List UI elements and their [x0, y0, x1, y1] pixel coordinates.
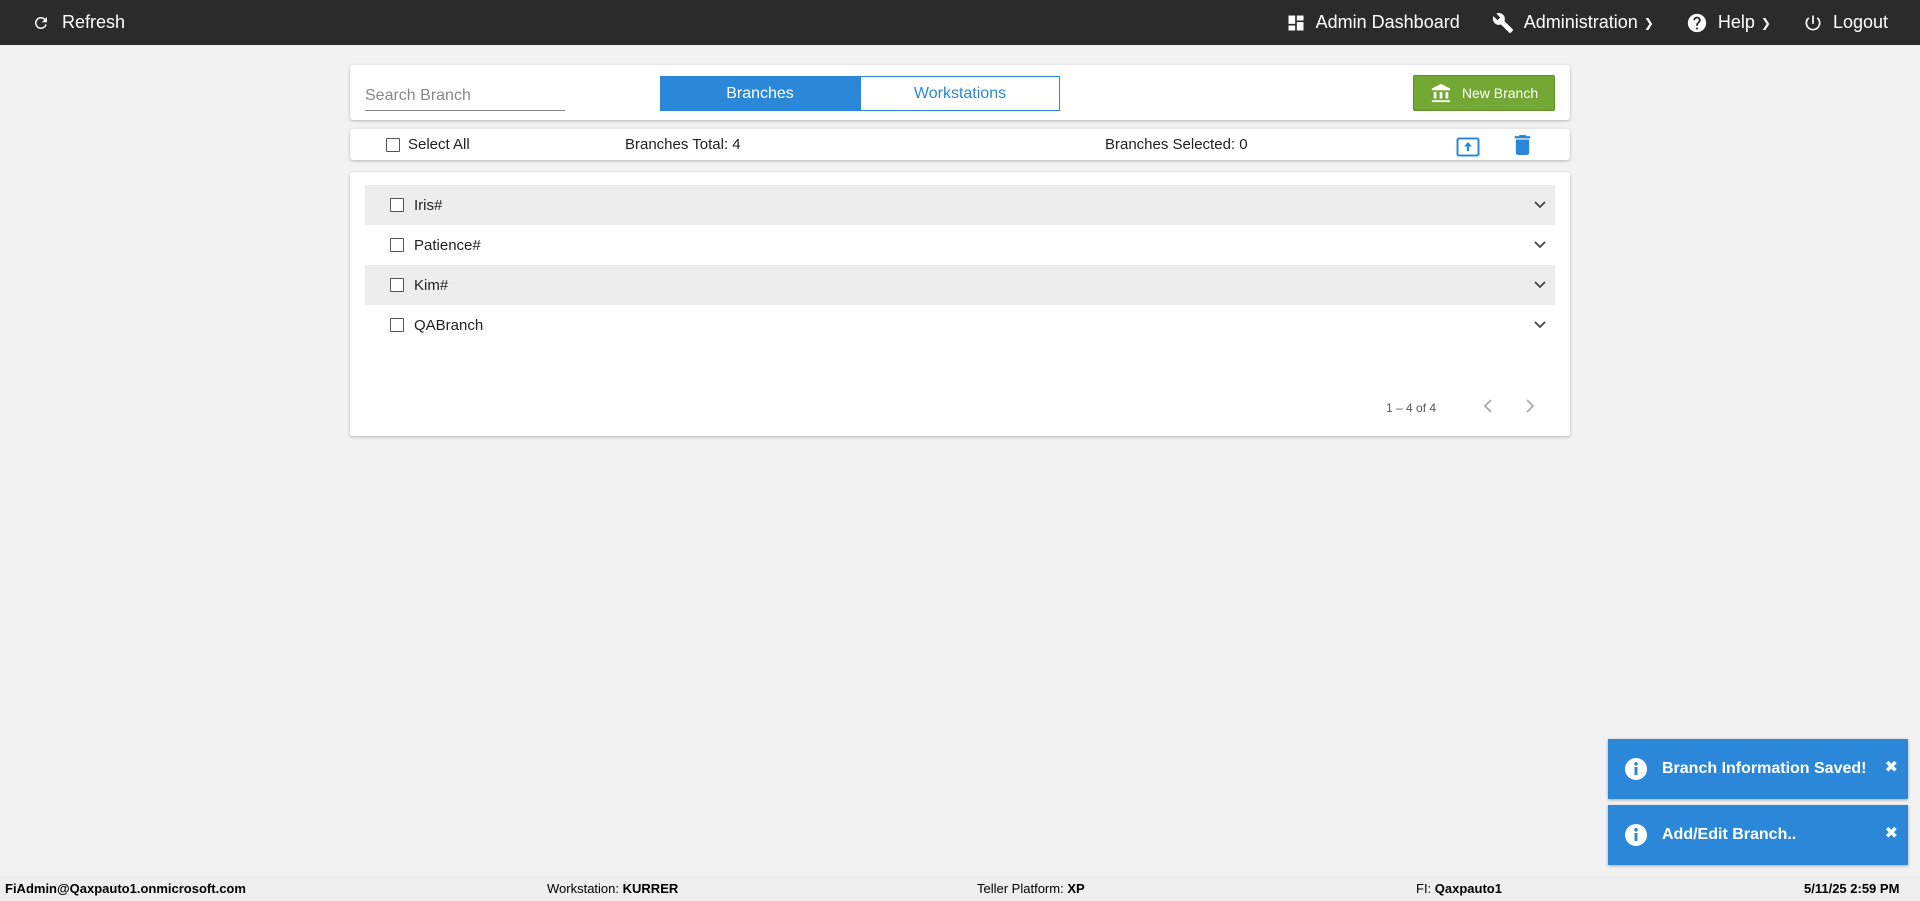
- branch-row[interactable]: Patience#: [365, 225, 1555, 265]
- select-all-checkbox[interactable]: Select All: [386, 136, 470, 153]
- branch-row[interactable]: Iris#: [365, 185, 1555, 225]
- help-icon: [1687, 13, 1707, 32]
- info-icon: [1625, 824, 1647, 846]
- upload-button[interactable]: [1456, 137, 1480, 162]
- bank-icon: [1431, 83, 1450, 103]
- new-branch-label: New Branch: [1461, 85, 1539, 101]
- help-menu[interactable]: Help ❯: [1686, 12, 1771, 34]
- toast-notification: Add/Edit Branch.. ✖: [1608, 805, 1908, 865]
- branches-total: Branches Total: 4: [625, 136, 741, 153]
- status-user: FiAdmin@Qaxpauto1.onmicrosoft.com: [5, 881, 246, 896]
- tab-branches[interactable]: Branches: [660, 76, 860, 111]
- help-label: Help: [1717, 12, 1755, 32]
- chevron-right-icon: [1526, 399, 1535, 413]
- branch-list-card: Iris# Patience# Kim# QABranch 1 – 4 of 4: [350, 172, 1570, 436]
- branch-name: Kim#: [414, 276, 449, 294]
- nav-right: Admin Dashboard Administration ❯ Help ❯ …: [1286, 0, 1888, 45]
- status-workstation: Workstation: KURRER: [547, 881, 678, 896]
- fi-value: Qaxpauto1: [1434, 881, 1502, 896]
- status-datetime: 5/11/25 2:59 PM: [1804, 881, 1899, 896]
- tab-workstations[interactable]: Workstations: [860, 76, 1060, 111]
- fi-label: FI:: [1416, 881, 1432, 896]
- view-tabs: Branches Workstations: [660, 76, 1060, 111]
- chevron-down-icon[interactable]: [1533, 197, 1547, 211]
- refresh-label: Refresh: [62, 12, 126, 32]
- close-icon[interactable]: ✖: [1885, 823, 1898, 843]
- chevron-down-icon[interactable]: [1533, 277, 1547, 291]
- new-branch-button[interactable]: New Branch: [1413, 75, 1555, 111]
- power-icon: [1805, 15, 1821, 30]
- upload-icon: [1456, 137, 1480, 157]
- chevron-down-icon[interactable]: [1533, 317, 1547, 331]
- next-page-button[interactable]: [1520, 397, 1538, 420]
- pagination-range: 1 – 4 of 4: [1386, 401, 1437, 415]
- branch-toolbar-card: Branches Workstations New Branch: [350, 65, 1570, 120]
- info-icon: [1625, 758, 1647, 780]
- workstation-value: KURRER: [622, 881, 679, 896]
- branches-selected: Branches Selected: 0: [1105, 136, 1248, 153]
- admin-dashboard-label: Admin Dashboard: [1315, 12, 1460, 32]
- platform-label: Teller Platform:: [977, 881, 1064, 896]
- dashboard-icon: [1288, 15, 1304, 30]
- logout-button[interactable]: Logout: [1803, 12, 1888, 33]
- status-fi: FI: Qaxpauto1: [1416, 881, 1502, 896]
- search-branch-input[interactable]: [365, 81, 565, 111]
- branch-name: Iris#: [414, 196, 443, 214]
- toast-message: Branch Information Saved!: [1662, 760, 1867, 777]
- close-icon[interactable]: ✖: [1885, 757, 1898, 777]
- branch-checkbox[interactable]: [390, 278, 404, 292]
- administration-menu[interactable]: Administration ❯: [1492, 12, 1654, 34]
- chevron-down-icon[interactable]: [1533, 237, 1547, 251]
- admin-dashboard-link[interactable]: Admin Dashboard: [1286, 12, 1460, 33]
- chevron-left-icon: [1483, 399, 1492, 413]
- toast-notification: Branch Information Saved! ✖: [1608, 739, 1908, 799]
- select-all-label: Select All: [408, 136, 470, 153]
- trash-icon: [1514, 135, 1531, 155]
- checkbox-box[interactable]: [386, 137, 400, 152]
- branch-checkbox[interactable]: [390, 318, 404, 332]
- platform-value: XP: [1067, 881, 1085, 896]
- administration-label: Administration: [1523, 12, 1638, 32]
- branch-row[interactable]: QABranch: [365, 305, 1555, 345]
- branch-name: Patience#: [414, 236, 481, 254]
- chevron-down-icon: ❯: [1643, 15, 1654, 30]
- selection-bar: Select All Branches Total: 4 Branches Se…: [350, 129, 1570, 160]
- branch-checkbox[interactable]: [390, 198, 404, 212]
- status-bar: FiAdmin@Qaxpauto1.onmicrosoft.com Workst…: [0, 876, 1920, 901]
- branch-name: QABranch: [414, 316, 484, 334]
- refresh-icon: [34, 16, 47, 29]
- toast-message: Add/Edit Branch..: [1662, 826, 1797, 843]
- logout-label: Logout: [1832, 12, 1888, 32]
- delete-button[interactable]: [1514, 135, 1531, 160]
- refresh-button[interactable]: Refresh: [32, 0, 125, 45]
- chevron-down-icon: ❯: [1760, 15, 1771, 30]
- wrench-icon: [1492, 12, 1513, 33]
- branch-row[interactable]: Kim#: [365, 265, 1555, 305]
- top-navigation-bar: Refresh Admin Dashboard Administration ❯…: [0, 0, 1920, 45]
- branch-checkbox[interactable]: [390, 238, 404, 252]
- user-email: FiAdmin@Qaxpauto1.onmicrosoft.com: [5, 881, 246, 896]
- workstation-label: Workstation:: [547, 881, 620, 896]
- previous-page-button[interactable]: [1480, 397, 1498, 420]
- status-platform: Teller Platform: XP: [977, 881, 1085, 896]
- datetime-value: 5/11/25 2:59 PM: [1804, 881, 1900, 896]
